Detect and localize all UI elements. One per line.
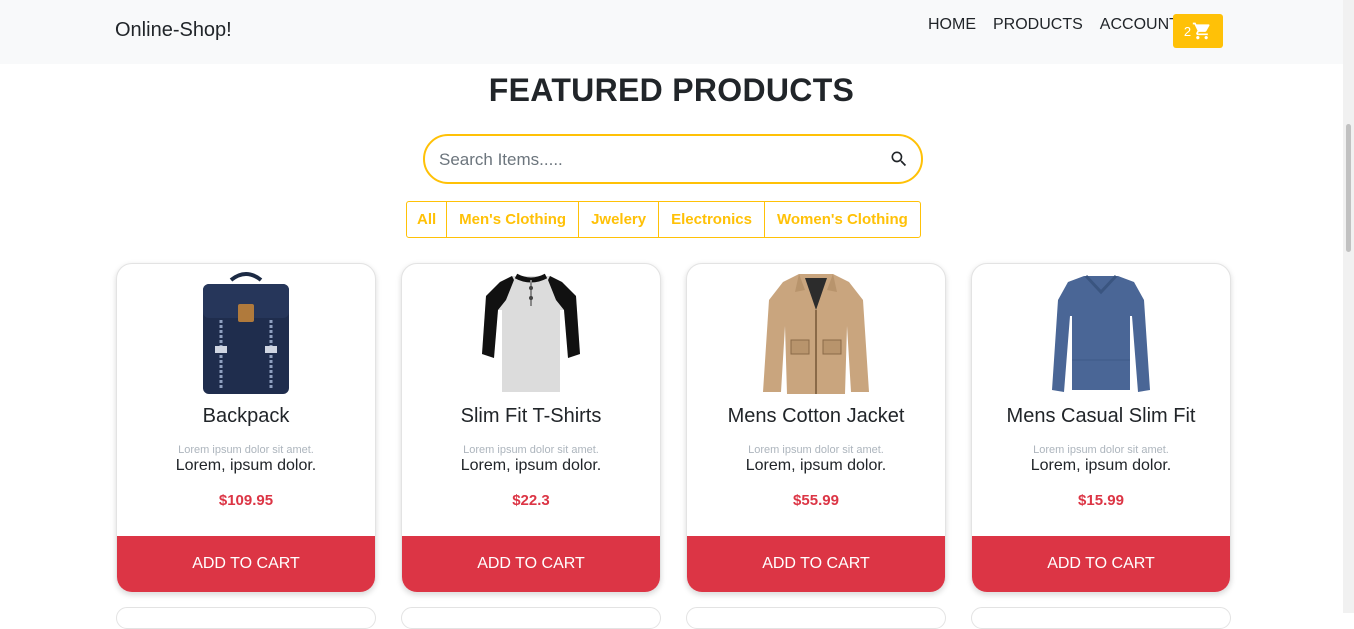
product-title: Mens Cotton Jacket — [727, 405, 905, 427]
product-card: Mens Casual Slim Fit Lorem ipsum dolor s… — [971, 263, 1231, 593]
product-subtitle: Lorem ipsum dolor sit amet. — [1033, 444, 1169, 456]
product-card: Slim Fit T-Shirts Lorem ipsum dolor sit … — [401, 263, 661, 593]
nav-account-link[interactable]: ACCOUNT — [1100, 16, 1179, 34]
scrollbar-thumb[interactable] — [1346, 124, 1351, 252]
product-description: Lorem, ipsum dolor. — [1030, 457, 1172, 474]
search-icon[interactable] — [889, 149, 909, 169]
add-to-cart-button[interactable]: ADD TO CART — [972, 536, 1230, 592]
product-subtitle: Lorem ipsum dolor sit amet. — [463, 444, 599, 456]
product-description: Lorem, ipsum dolor. — [745, 457, 887, 474]
search-input[interactable] — [437, 136, 881, 184]
page-title: FEATURED PRODUCTS — [488, 72, 855, 108]
product-title: Backpack — [202, 405, 290, 427]
product-description: Lorem, ipsum dolor. — [460, 457, 602, 474]
add-to-cart-button[interactable]: ADD TO CART — [117, 536, 375, 592]
product-title: Mens Casual Slim Fit — [1006, 405, 1196, 427]
page-scrollbar[interactable] — [1343, 0, 1354, 613]
product-description: Lorem, ipsum dolor. — [175, 457, 317, 474]
filter-mens-clothing-button[interactable]: Men's Clothing — [447, 202, 580, 237]
brand-logo[interactable]: Online-Shop! — [115, 19, 232, 42]
raglan-tshirt-image — [482, 273, 580, 392]
cart-count-badge: 2 — [1183, 23, 1192, 39]
nav-home-link[interactable]: HOME — [928, 16, 976, 34]
filter-jwelery-button[interactable]: Jwelery — [579, 202, 660, 237]
nav-links: HOME PRODUCTS ACCOUNT — [928, 16, 1196, 34]
backpack-image — [203, 272, 289, 394]
product-price: $22.3 — [512, 492, 550, 509]
filter-womens-clothing-button[interactable]: Women's Clothing — [765, 202, 920, 237]
blue-longsleeve-image — [1052, 274, 1150, 392]
product-card-next-row — [401, 607, 661, 629]
product-price: $15.99 — [1078, 492, 1124, 509]
product-price: $55.99 — [793, 492, 839, 509]
cotton-jacket-image — [763, 274, 869, 394]
product-subtitle: Lorem ipsum dolor sit amet. — [178, 444, 314, 456]
navbar: Online-Shop! HOME PRODUCTS ACCOUNT 2 — [0, 0, 1343, 64]
cart-button[interactable]: 2 — [1173, 14, 1223, 48]
add-to-cart-button[interactable]: ADD TO CART — [402, 536, 660, 592]
product-price: $109.95 — [218, 492, 274, 509]
filter-all-button[interactable]: All — [407, 202, 448, 237]
product-subtitle: Lorem ipsum dolor sit amet. — [748, 444, 884, 456]
add-to-cart-button[interactable]: ADD TO CART — [687, 536, 945, 592]
product-card-next-row — [686, 607, 946, 629]
product-card-next-row — [971, 607, 1231, 629]
product-card: Backpack Lorem ipsum dolor sit amet. Lor… — [116, 263, 376, 593]
product-title: Slim Fit T-Shirts — [460, 405, 602, 427]
nav-products-link[interactable]: PRODUCTS — [993, 16, 1083, 34]
filter-electronics-button[interactable]: Electronics — [659, 202, 765, 237]
category-filter-group: All Men's Clothing Jwelery Electronics W… — [406, 201, 921, 238]
search-bar — [423, 134, 923, 184]
cart-icon — [1192, 22, 1210, 40]
product-card-next-row — [116, 607, 376, 629]
product-card: Mens Cotton Jacket Lorem ipsum dolor sit… — [686, 263, 946, 593]
